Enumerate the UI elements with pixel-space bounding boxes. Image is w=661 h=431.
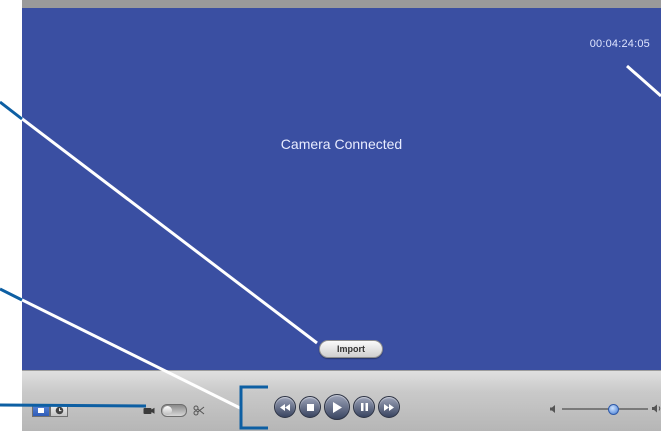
- volume-control: [550, 403, 661, 415]
- clock-mode-icon: [55, 406, 63, 415]
- scissors-icon: [193, 405, 205, 416]
- speaker-high-icon: [652, 404, 661, 413]
- mode-toggle[interactable]: [161, 404, 187, 417]
- camera-mode-icon: [38, 408, 44, 413]
- status-text: Camera Connected: [280, 136, 403, 152]
- volume-slider-knob[interactable]: [607, 403, 619, 415]
- control-bar: [22, 370, 661, 431]
- fast-forward-icon: [384, 403, 394, 411]
- camera-mode-button[interactable]: [32, 404, 50, 417]
- stop-icon: [306, 403, 314, 411]
- play-icon: [332, 401, 342, 413]
- volume-slider[interactable]: [562, 403, 648, 415]
- rewind-button[interactable]: [274, 396, 296, 418]
- video-viewer: Camera Connected 00:04:24:05 Import: [22, 8, 661, 370]
- transport-controls: [274, 394, 400, 420]
- toggle-knob[interactable]: [163, 406, 172, 415]
- fast-forward-button[interactable]: [378, 396, 400, 418]
- stop-button[interactable]: [299, 396, 321, 418]
- capture-edit-switch: [143, 404, 205, 417]
- timecode: 00:04:24:05: [589, 38, 650, 50]
- mode-switch: [32, 404, 68, 417]
- clock-mode-button[interactable]: [50, 404, 68, 417]
- import-button[interactable]: Import: [319, 340, 383, 358]
- rewind-icon: [280, 403, 290, 411]
- play-button[interactable]: [324, 394, 350, 420]
- callout-line-import-shadow: [0, 100, 23, 121]
- pause-icon: [360, 403, 368, 411]
- camera-icon: [143, 407, 155, 414]
- callout-line-transport-left: [0, 287, 23, 302]
- pause-button[interactable]: [353, 396, 375, 418]
- window-top-edge: [22, 0, 661, 8]
- speaker-low-icon: [550, 404, 555, 413]
